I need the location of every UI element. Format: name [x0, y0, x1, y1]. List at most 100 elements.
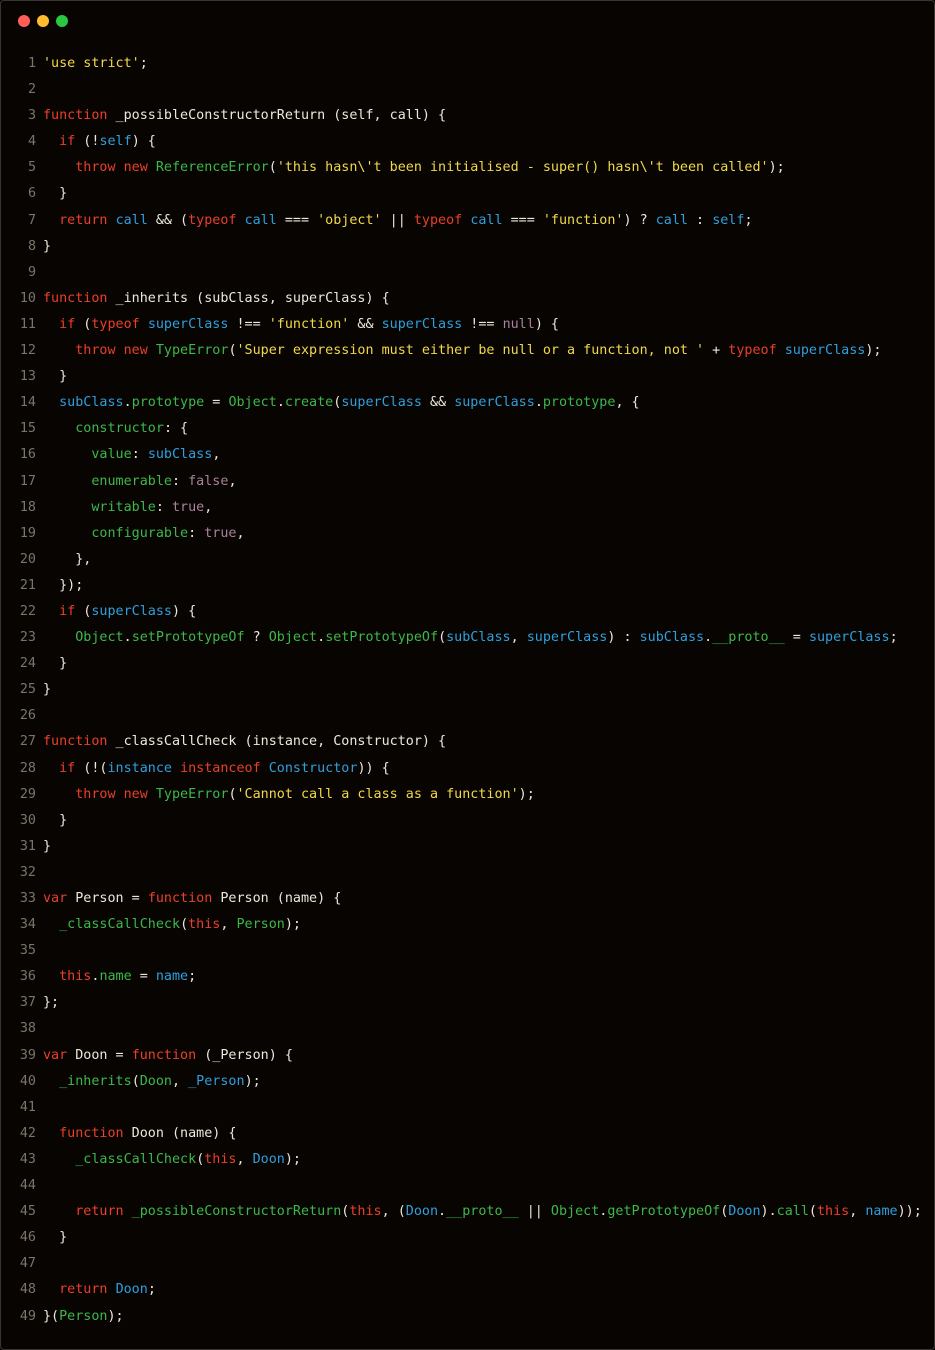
code-line: 46 } — [1, 1225, 934, 1251]
code-token: var — [43, 891, 68, 906]
line-number: 7 — [27, 212, 36, 228]
line-number: 23 — [19, 630, 36, 646]
code-line: 11 if (typeof superClass !== 'function' … — [1, 312, 934, 338]
code-token: . — [123, 395, 132, 411]
code-text: value: subClass, — [43, 442, 220, 468]
code-line: 22 if (superClass) { — [1, 599, 934, 625]
code-token: superClass — [341, 395, 422, 411]
code-line: 14 subClass.prototype = Object.create(su… — [1, 390, 934, 416]
code-line: 25} — [1, 677, 934, 703]
code-token: 'Super expression must either be null or… — [236, 343, 705, 359]
line-number: 28 — [19, 760, 36, 776]
close-button[interactable] — [18, 15, 30, 27]
code-token: ; — [147, 1282, 156, 1298]
code-editor[interactable]: 1'use strict'; 2 3 function _possibleConstr… — [1, 51, 934, 1330]
code-text: } — [43, 651, 67, 677]
code-text: configurable: true, — [43, 521, 245, 547]
code-line: 10 function _inherits (subClass, superCla… — [1, 286, 934, 312]
code-text: if (!(instance instanceof Constructor)) … — [43, 756, 390, 782]
code-token: _classCallCheck (instance, Constructor) … — [107, 734, 447, 750]
code-token: _inherits — [59, 1073, 132, 1089]
code-line: 13 } — [1, 364, 934, 390]
code-token: function — [131, 1047, 197, 1063]
code-token: === — [502, 212, 543, 228]
code-line: 28 if (!(instance instanceof Constructor… — [1, 756, 934, 782]
code-token: } — [43, 238, 52, 254]
line-number: 14 — [19, 395, 36, 411]
code-line: 29 throw new TypeError('Cannot call a cl… — [1, 782, 934, 808]
code-token: } — [43, 369, 68, 385]
code-token: if — [59, 316, 76, 332]
code-token: , — [212, 447, 221, 463]
line-number: 47 — [19, 1256, 36, 1272]
code-token: ; — [889, 630, 898, 646]
code-token: typeof — [188, 212, 237, 228]
code-token: : — [172, 473, 189, 489]
code-token: ; — [188, 969, 197, 985]
line-number: 10 — [19, 290, 36, 306]
code-text: } — [43, 364, 67, 390]
code-token: ) { — [172, 603, 197, 619]
line-number: 38 — [19, 1021, 36, 1037]
code-token: )); — [897, 1204, 922, 1220]
code-token: , ( — [381, 1204, 406, 1220]
code-text: this.name = name; — [43, 964, 196, 990]
code-line: 37}; — [1, 990, 934, 1016]
line-number: 19 — [19, 525, 36, 541]
code-line: 36 this.name = name; — [1, 964, 934, 990]
code-token: prototype — [542, 395, 616, 411]
line-number: 15 — [19, 421, 36, 437]
code-token: Doon — [728, 1204, 761, 1220]
code-text: } — [43, 234, 51, 260]
code-token: Doon (name) { — [123, 1125, 237, 1141]
code-token: } — [43, 812, 68, 828]
code-token: }; — [43, 995, 60, 1011]
code-token: + — [704, 343, 729, 359]
code-token: = — [784, 630, 809, 646]
code-token: if — [59, 134, 76, 150]
line-number: 45 — [19, 1204, 36, 1220]
code-text: }); — [43, 573, 83, 599]
code-token: , — [236, 525, 245, 541]
code-token: superClass — [808, 630, 890, 646]
code-text: var Doon = function (_Person) { — [43, 1043, 293, 1069]
code-line: 31} — [1, 834, 934, 860]
code-token: , — [228, 473, 237, 489]
code-line: 8} — [1, 234, 934, 260]
code-token: create — [284, 395, 334, 411]
code-token: ); — [284, 1151, 301, 1167]
code-token: ) ? — [623, 212, 656, 228]
code-text: constructor: { — [43, 416, 188, 442]
line-number: 39 — [19, 1047, 36, 1063]
code-token: = — [131, 969, 156, 985]
code-token: true — [204, 525, 237, 541]
maximize-button[interactable] — [56, 15, 68, 27]
code-token: superClass — [147, 316, 229, 332]
code-token: _classCallCheck — [75, 1151, 197, 1167]
line-number: 43 — [19, 1151, 36, 1167]
code-token: __proto__ — [712, 630, 785, 646]
line-number: 25 — [19, 682, 36, 698]
line-number: 5 — [27, 160, 36, 176]
line-number: 49 — [19, 1308, 36, 1324]
code-token: Doon — [139, 1073, 172, 1089]
code-token: Object — [268, 630, 318, 646]
code-token: && — [421, 395, 455, 411]
code-token: null — [502, 316, 535, 332]
code-token: return — [75, 1204, 124, 1220]
code-line: 18 writable: true, — [1, 495, 934, 521]
code-token: this — [188, 917, 221, 933]
code-text: enumerable: false, — [43, 469, 237, 495]
code-token: && ( — [147, 212, 189, 228]
minimize-button[interactable] — [37, 15, 49, 27]
